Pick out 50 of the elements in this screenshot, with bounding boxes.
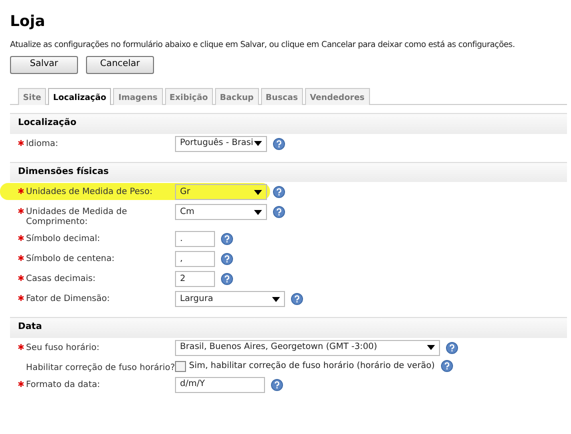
tab[interactable]: Backup [214,88,259,106]
input-field[interactable]: d/m/Y [175,376,265,393]
help-icon[interactable] [273,206,285,218]
caret-icon [254,190,262,195]
dropdown[interactable]: Brasil, Buenos Aires, Georgetown (GMT -3:00) [175,340,440,356]
tab[interactable]: Site [18,88,46,106]
page-title: Loja [10,12,46,30]
field-label: Fator de Dimensão: [26,293,110,304]
help-icon[interactable] [291,293,303,306]
help-icon[interactable] [446,342,458,354]
help-icon[interactable] [271,378,283,391]
dropdown[interactable]: Largura [175,291,285,308]
caret-icon [254,210,262,215]
field-label: Casas decimais: [26,273,96,284]
field-label: Habilitar correção de fuso horário? [26,362,175,373]
section-header: Data [10,317,567,338]
field-label: Símbolo decimal: [26,233,100,244]
field-label: Unidades de Medida de Peso: [26,186,153,198]
caret-icon [272,296,280,302]
checkbox-label: Sim, habilitar correção de fuso horário (horário de verão) [189,360,435,372]
tab[interactable]: Imagens [113,88,163,106]
help-icon[interactable] [273,138,285,150]
dropdown[interactable]: Cm [175,204,267,220]
action-button[interactable]: Salvar [10,56,78,74]
help-icon[interactable] [273,186,285,198]
field-label: Unidades de Medida de Comprimento: [26,206,128,228]
help-icon[interactable] [221,253,233,266]
action-button[interactable]: Cancelar [86,56,154,74]
help-icon[interactable] [221,233,233,246]
help-icon[interactable] [440,360,453,372]
tab[interactable]: Exibição [164,88,213,106]
dropdown[interactable]: Gr [175,184,267,200]
tab[interactable]: Vendedores [304,88,370,106]
field-label: Idioma: [26,138,58,149]
section-header: Dimensões físicas [10,162,567,182]
tab[interactable]: Localização [48,88,112,106]
field-label: Símbolo de centena: [26,253,115,264]
description-text: Atualize as configurações no formulário abaixo e clique em Salvar, ou clique em Cancelar para deixar como está as configurações. [10,38,516,50]
field-label: Seu fuso horário: [26,342,100,353]
caret-icon [427,345,435,350]
help-icon[interactable] [221,273,233,286]
tab[interactable]: Buscas [260,88,303,106]
input-field[interactable]: . [175,231,215,248]
section-header: Localização [10,113,567,134]
checkbox[interactable] [175,360,186,372]
caret-icon [254,141,262,146]
dropdown[interactable]: Português - Brasi [175,136,267,152]
input-field[interactable]: 2 [175,271,215,288]
field-label: Formato da data: [26,378,100,390]
input-field[interactable]: , [175,251,215,268]
